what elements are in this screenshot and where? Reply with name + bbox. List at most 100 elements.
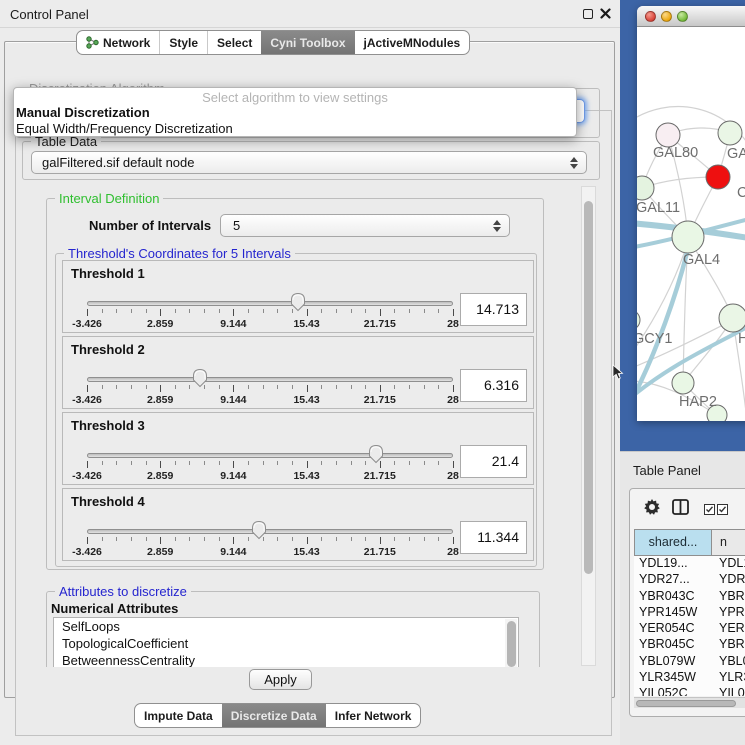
tab-impute-data[interactable]: Impute Data (135, 704, 222, 727)
panel-scrollbar[interactable] (581, 186, 596, 666)
tab-network[interactable]: Network (77, 31, 159, 54)
attributes-viewport: Attributes to discretize Numerical Attri… (40, 580, 552, 667)
network-desktop: GAL80GACGAL11GAL4HGCY1HAP2 (620, 0, 745, 451)
tick-mark (160, 309, 161, 316)
tab-style[interactable]: Style (159, 31, 207, 54)
threshold-label: Threshold 4 (71, 494, 145, 509)
network-node[interactable] (718, 121, 742, 145)
select-all-checkbox-icon[interactable] (704, 502, 715, 520)
cyni-mode-tabs: Impute DataDiscretize Data Infer Network (134, 703, 421, 728)
threshold-row: Threshold 3-3.4262.8599.14415.4321.71528… (62, 412, 534, 485)
close-traffic-light-icon[interactable] (645, 11, 656, 22)
number-of-intervals-combobox[interactable]: 5 (220, 214, 510, 237)
table-hscrollbar[interactable] (634, 697, 745, 708)
tick-mark (365, 385, 366, 389)
network-node[interactable] (706, 165, 730, 189)
tab-select[interactable]: Select (207, 31, 261, 54)
zoom-traffic-light-icon[interactable] (677, 11, 688, 22)
threshold-value-field[interactable]: 6.316 (460, 369, 527, 402)
tick-mark (248, 309, 249, 313)
slider-thumb[interactable] (192, 368, 208, 388)
minimize-traffic-light-icon[interactable] (661, 11, 672, 22)
attribute-list-item[interactable]: TopologicalCoefficient (54, 635, 518, 652)
network-node[interactable] (719, 304, 745, 332)
table-cell: YLR345W (634, 670, 711, 686)
network-view-window[interactable]: GAL80GACGAL11GAL4HGCY1HAP2 (637, 6, 745, 421)
table-row[interactable]: YBR045CYBR0 (634, 637, 745, 653)
apply-button[interactable]: Apply (249, 669, 312, 690)
tick-mark (424, 461, 425, 465)
tick-mark (277, 461, 278, 465)
table-data-combobox[interactable]: galFiltered.sif default node (31, 151, 587, 174)
tick-mark (219, 537, 220, 541)
threshold-label: Threshold 1 (71, 266, 145, 281)
tick-label: 28 (447, 318, 459, 330)
show-columns-icon[interactable] (672, 499, 689, 520)
threshold-slider[interactable]: -3.4262.8599.14415.4321.71528 (87, 443, 453, 485)
tick-mark (189, 537, 190, 541)
threshold-value-field[interactable]: 11.344 (460, 521, 527, 554)
threshold-slider[interactable]: -3.4262.8599.14415.4321.71528 (87, 519, 453, 561)
tab-label: Infer Network (335, 709, 412, 723)
node-label: GAL11 (637, 200, 680, 216)
network-window-titlebar[interactable] (637, 6, 745, 27)
tick-mark (336, 309, 337, 313)
tick-mark (146, 461, 147, 465)
list-scrollbar[interactable] (505, 619, 517, 667)
table-column-header[interactable]: n (712, 530, 745, 555)
table-row[interactable]: YLR345WYLR3 (634, 670, 745, 686)
table-row[interactable]: YDL19...YDL1 (634, 556, 745, 572)
network-node[interactable] (637, 176, 654, 200)
deselect-all-checkbox-icon[interactable] (717, 502, 728, 520)
table-column-header[interactable]: shared... (635, 530, 712, 555)
dropdown-option[interactable]: Manual Discretization (14, 105, 576, 121)
slider-thumb[interactable] (290, 292, 306, 312)
table-row[interactable]: YBR043CYBR0 (634, 589, 745, 605)
tick-label: 2.859 (147, 318, 173, 330)
tab-cyni-toolbox[interactable]: Cyni Toolbox (261, 31, 354, 54)
tab-discretize-data[interactable]: Discretize Data (222, 704, 326, 727)
tick-mark (321, 309, 322, 313)
float-window-icon[interactable] (583, 9, 593, 19)
network-node[interactable] (656, 123, 680, 147)
table-row[interactable]: YBL079WYBL0 (634, 654, 745, 670)
gear-icon[interactable] (643, 498, 661, 521)
node-label: GAL80 (653, 145, 698, 161)
slider-thumb[interactable] (368, 444, 384, 464)
dropdown-option[interactable]: Equal Width/Frequency Discretization (14, 121, 576, 137)
network-canvas[interactable]: GAL80GACGAL11GAL4HGCY1HAP2 (637, 27, 745, 421)
tab-infer-network[interactable]: Infer Network (326, 704, 421, 727)
network-node[interactable] (637, 310, 640, 330)
table-data-group: Table Data galFiltered.sif default node (22, 141, 600, 180)
table-cell: YPR1 (711, 605, 745, 621)
attribute-list-item[interactable]: SelfLoops (54, 618, 518, 635)
threshold-slider[interactable]: -3.4262.8599.14415.4321.71528 (87, 291, 453, 333)
tick-mark (219, 309, 220, 313)
network-node[interactable] (672, 372, 694, 394)
table-row[interactable]: YIL052CYIL0 (634, 686, 745, 696)
attributes-listbox[interactable]: SelfLoopsTopologicalCoefficientBetweenne… (53, 617, 519, 667)
table-cell: YDR2 (711, 572, 745, 588)
tick-mark (453, 385, 454, 392)
slider-thumb[interactable] (251, 520, 267, 540)
close-icon[interactable] (600, 8, 611, 19)
tab-jactivemnodules[interactable]: jActiveMNodules (355, 31, 470, 54)
table-toolbar (630, 495, 745, 521)
threshold-value-field[interactable]: 21.4 (460, 445, 527, 478)
network-node[interactable] (672, 221, 704, 253)
stepper-icon (493, 219, 502, 233)
tick-mark (336, 385, 337, 389)
mouse-cursor (612, 364, 624, 386)
attribute-list-item[interactable]: BetweennessCentrality (54, 652, 518, 667)
tick-mark (307, 537, 308, 544)
table-row[interactable]: YER054CYER0 (634, 621, 745, 637)
tick-mark (263, 461, 264, 465)
table-row[interactable]: YPR145WYPR1 (634, 605, 745, 621)
table-row[interactable]: YDR27...YDR2 (634, 572, 745, 588)
threshold-value-field[interactable]: 14.713 (460, 293, 527, 326)
threshold-row: Threshold 1 -3.4262.8599.14415.4321.71528… (62, 260, 534, 333)
node-label: C (737, 185, 745, 201)
threshold-slider[interactable]: -3.4262.8599.14415.4321.71528 (87, 367, 453, 409)
tick-mark (351, 461, 352, 465)
tick-mark (321, 537, 322, 541)
